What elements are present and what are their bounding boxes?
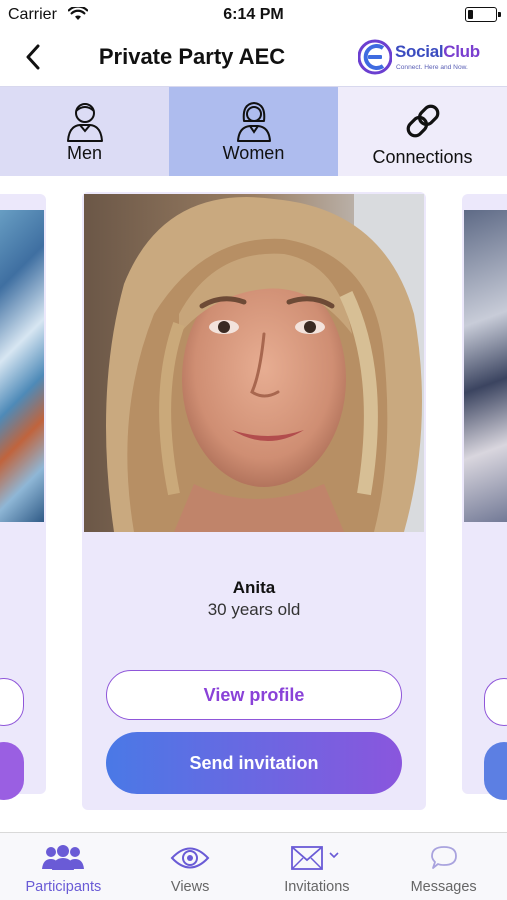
nav-bar: Private Party AEC SocialClub Connect. He… xyxy=(0,30,507,86)
social-club-logo-icon xyxy=(358,39,392,75)
envelope-icon xyxy=(290,843,344,873)
previous-send-invitation-button[interactable] xyxy=(0,742,24,800)
tab-participants-label: Participants xyxy=(25,879,102,895)
man-icon xyxy=(63,99,107,143)
social-club-logo: SocialClub Connect. Here and Now. xyxy=(358,39,500,79)
send-invitation-button[interactable]: Send invitation xyxy=(106,732,402,794)
previous-profile-photo xyxy=(0,210,44,522)
tab-views[interactable]: Views xyxy=(127,833,254,900)
tab-participants[interactable]: Participants xyxy=(0,833,127,900)
profile-carousel[interactable]: Anita 30 years old View profile Send inv… xyxy=(0,176,507,832)
page-title: Private Party AEC xyxy=(98,44,286,69)
eye-icon xyxy=(170,843,210,873)
tab-men[interactable]: Men xyxy=(0,87,169,177)
previous-view-profile-button[interactable] xyxy=(0,678,24,726)
tab-men-label: Men xyxy=(66,143,102,163)
logo-name-social: Social xyxy=(395,42,444,61)
woman-icon xyxy=(232,99,276,143)
clock: 6:14 PM xyxy=(223,6,284,23)
profile-card: Anita 30 years old View profile Send inv… xyxy=(82,192,426,810)
bottom-tab-bar: Participants Views Invitations Messages xyxy=(0,832,507,900)
chat-bubble-icon xyxy=(429,843,459,873)
previous-profile-card[interactable] xyxy=(0,194,46,800)
chevron-left-icon xyxy=(26,44,40,70)
tab-messages-label: Messages xyxy=(410,879,477,895)
link-icon xyxy=(401,99,445,143)
battery-icon xyxy=(465,7,501,22)
profile-name: Anita xyxy=(232,578,276,597)
tab-messages[interactable]: Messages xyxy=(380,833,507,900)
view-profile-button[interactable]: View profile xyxy=(106,670,402,720)
tab-invitations[interactable]: Invitations xyxy=(254,833,381,900)
logo-name-club: Club xyxy=(443,42,480,61)
tab-women[interactable]: Women xyxy=(169,87,338,177)
tab-views-label: Views xyxy=(170,879,210,895)
profile-age: 30 years old xyxy=(207,600,301,619)
battery-level xyxy=(468,10,473,19)
back-button[interactable] xyxy=(18,42,48,72)
filter-tabs: Men Women Connections xyxy=(0,86,507,177)
next-send-invitation-button[interactable] xyxy=(484,742,507,800)
logo-tagline: Connect. Here and Now. xyxy=(396,64,468,71)
tab-women-label: Women xyxy=(222,143,285,163)
tab-connections[interactable]: Connections xyxy=(338,87,507,177)
status-bar: Carrier 6:14 PM xyxy=(0,0,507,30)
next-profile-photo xyxy=(464,210,507,522)
next-view-profile-button[interactable] xyxy=(484,678,507,726)
tab-invitations-label: Invitations xyxy=(284,879,350,895)
next-profile-card[interactable] xyxy=(462,194,507,800)
tab-connections-label: Connections xyxy=(372,147,473,167)
profile-photo[interactable] xyxy=(84,194,424,532)
people-icon xyxy=(41,843,85,873)
